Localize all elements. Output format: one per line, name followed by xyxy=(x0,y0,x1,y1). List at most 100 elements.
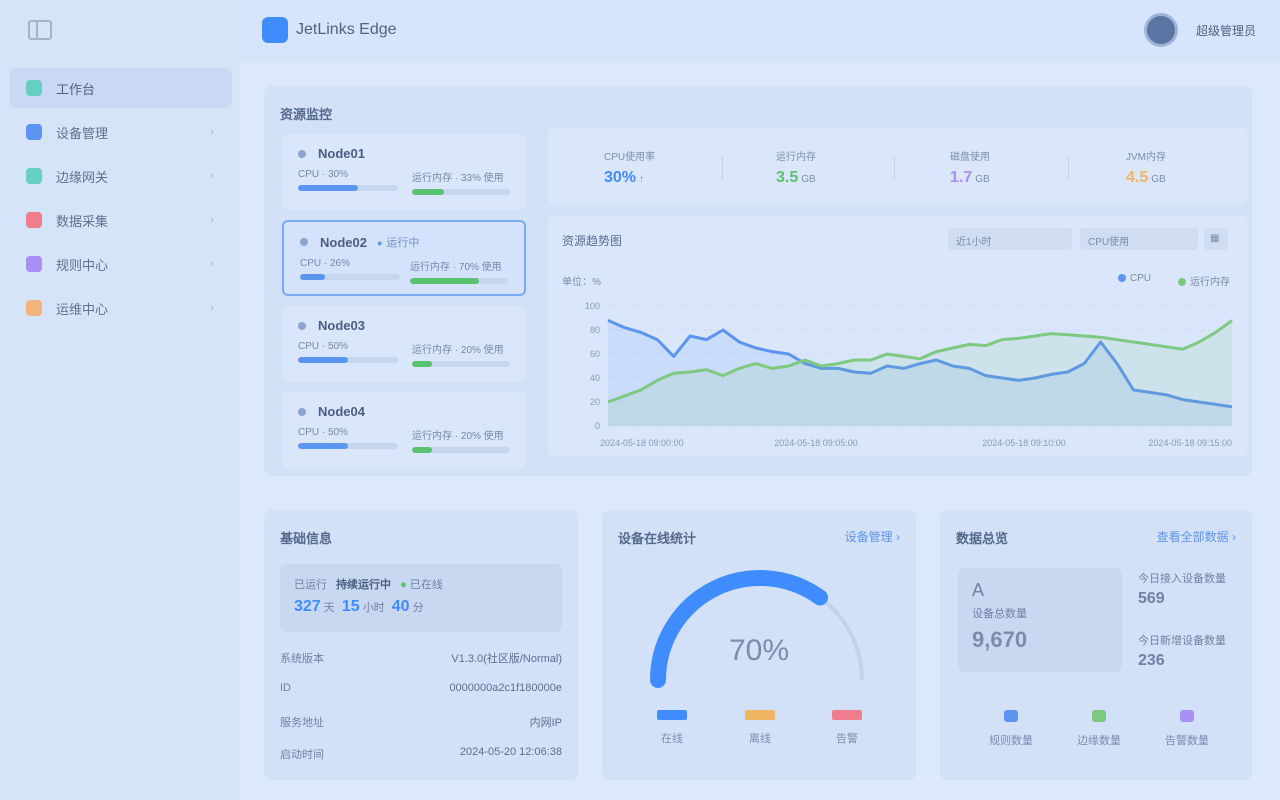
overview-item[interactable]: 边缘数量 xyxy=(1064,710,1134,748)
device-online-card: 设备在线统计 设备管理 › 70% 在线 离线 告警 xyxy=(602,510,916,780)
x-tick-label: 2024-05-18 09:10:00 xyxy=(982,438,1066,448)
data-overview-card: 数据总览 查看全部数据 › A 设备总数量 9,670 今日接入设备数量 569… xyxy=(940,510,1252,780)
chevron-right-icon: › xyxy=(210,302,214,314)
top-header: JetLinks Edge 超级管理员 xyxy=(240,0,1280,62)
sidebar-toggle-icon[interactable] xyxy=(28,20,52,40)
user-avatar[interactable] xyxy=(1144,13,1178,47)
chevron-right-icon: › xyxy=(210,214,214,226)
device-card[interactable]: Node04 CPU · 50% 运行内存 · 20% 使用 xyxy=(282,392,526,468)
device-total-label: 设备总数量 xyxy=(972,608,1027,620)
resource-trend-chart: 资源趋势图 近1小时 CPU使用 ▦ 单位：% CPU 运行内存 0 20 40 60… xyxy=(548,216,1248,456)
device-card[interactable]: Node01 CPU · 30% 运行内存 · 33% 使用 xyxy=(282,134,526,210)
sidebar-nav: 工作台设备管理 › 边缘网关 › 数据采集 › 规则中心 › 运维中心 › xyxy=(10,68,232,332)
today-access-label: 今日接入设备数量 xyxy=(1138,573,1226,585)
stat-item: CPU使用率 30% ↑ xyxy=(604,148,655,187)
memory-bar xyxy=(412,447,510,453)
sidebar-item-5[interactable]: 运维中心 › xyxy=(10,288,232,328)
memory-label: 运行内存 · 70% 使用 xyxy=(410,262,502,273)
x-tick-label: 2024-05-18 09:00:00 xyxy=(600,438,684,448)
stat-value: 4.5 GB xyxy=(1126,169,1166,186)
cpu-label: CPU · 50% xyxy=(298,341,349,352)
device-card[interactable]: Node02 运行中 CPU · 26% 运行内存 · 70% 使用 xyxy=(282,220,526,296)
today-access-value: 569 xyxy=(1138,590,1165,607)
sidebar-item-1[interactable]: 设备管理 › xyxy=(10,112,232,152)
sidebar-item-2[interactable]: 边缘网关 › xyxy=(10,156,232,196)
user-name[interactable]: 超级管理员 xyxy=(1196,22,1256,39)
info-row-start-time: 启动时间 2024-05-20 12:06:38 xyxy=(280,746,562,761)
gauge-legend-item: 离线 xyxy=(735,710,785,746)
stat-item: 磁盘使用 1.7 GB xyxy=(950,148,990,187)
today-new-label: 今日新增设备数量 xyxy=(1138,635,1226,647)
sidebar-item-icon xyxy=(26,80,42,96)
device-icon xyxy=(298,321,306,330)
cpu-bar xyxy=(298,443,398,449)
overview-item[interactable]: 告警数量 xyxy=(1152,710,1222,748)
uptime-hours: 15 xyxy=(341,598,360,615)
sidebar-item-label: 设备管理 xyxy=(56,125,109,141)
stat-value: 3.5 GB xyxy=(776,169,816,186)
gauge-legend-item: 告警 xyxy=(822,710,872,746)
uptime-panel: 已运行 持续运行中 ● 已在线 327 天 15 小时 40 分 xyxy=(280,564,562,632)
stat-item: JVM内存 4.5 GB xyxy=(1126,148,1166,187)
device-icon xyxy=(298,407,306,416)
sidebar-item-4[interactable]: 规则中心 › xyxy=(10,244,232,284)
legend-swatch xyxy=(745,710,775,720)
cpu-bar xyxy=(300,274,400,280)
x-tick-label: 2024-05-18 09:05:00 xyxy=(774,438,858,448)
sidebar-item-label: 数据采集 xyxy=(56,213,109,229)
memory-bar xyxy=(412,361,510,367)
stat-divider xyxy=(1068,156,1069,180)
overview-item[interactable]: 规则数量 xyxy=(976,710,1046,748)
sidebar-item-icon xyxy=(26,124,42,140)
y-tick-label: 20 xyxy=(590,397,600,407)
online-gauge xyxy=(650,570,864,688)
cpu-bar xyxy=(298,185,398,191)
overview-item-icon xyxy=(1092,710,1106,722)
sidebar-item-0[interactable]: 工作台 xyxy=(10,68,232,108)
chevron-right-icon: › xyxy=(210,258,214,270)
chevron-right-icon: › xyxy=(210,126,214,138)
gauge-value: 70% xyxy=(728,634,790,667)
stat-label: 运行内存 xyxy=(776,152,816,163)
legend-label: 告警 xyxy=(836,733,858,745)
memory-label: 运行内存 · 20% 使用 xyxy=(412,345,504,356)
device-name: Node03 xyxy=(318,318,365,333)
chevron-right-icon: › xyxy=(210,170,214,182)
sidebar-item-icon xyxy=(26,212,42,228)
y-tick-label: 80 xyxy=(590,325,600,335)
sidebar-item-icon xyxy=(26,300,42,316)
gauge-legend-item: 在线 xyxy=(647,710,697,746)
sidebar-item-3[interactable]: 数据采集 › xyxy=(10,200,232,240)
line-chart-plot: 0 20 40 60 80 100 2024-05-18 09:00:00 2024-05-1… xyxy=(585,301,1233,448)
device-icon xyxy=(298,149,306,158)
overview-item-icon xyxy=(1180,710,1194,722)
x-tick-label: 2024-05-18 09:15:00 xyxy=(1148,438,1232,448)
basic-info-title: 基础信息 xyxy=(280,531,333,546)
device-status-tag: 运行中 xyxy=(377,234,419,250)
device-management-link[interactable]: 设备管理 › xyxy=(845,528,900,545)
legend-label: 在线 xyxy=(661,733,683,745)
y-tick-label: 0 xyxy=(595,421,600,431)
cpu-bar xyxy=(298,357,398,363)
info-row-version: 系统版本 V1.3.0(社区版/Normal) xyxy=(280,653,562,665)
sidebar-item-label: 边缘网关 xyxy=(56,169,109,185)
stat-value: 1.7 GB xyxy=(950,169,990,186)
series-area-1 xyxy=(608,320,1232,426)
app-logo-icon xyxy=(262,17,288,43)
uptime-minutes: 40 xyxy=(391,598,410,615)
resource-monitor-card: 资源监控 Node01 CPU · 30% 运行内存 · 33% 使用 Node02 运… xyxy=(264,86,1252,476)
cpu-label: CPU · 50% xyxy=(298,427,349,438)
status-badge: ● 已在线 xyxy=(400,579,443,591)
sidebar-item-label: 规则中心 xyxy=(56,257,109,273)
sidebar-item-label: 工作台 xyxy=(56,81,96,97)
uptime-days: 327 xyxy=(294,598,321,615)
memory-label: 运行内存 · 33% 使用 xyxy=(412,173,504,184)
sidebar-item-label: 运维中心 xyxy=(56,301,109,317)
basic-info-card: 基础信息 已运行 持续运行中 ● 已在线 327 天 15 小时 40 分 系统… xyxy=(264,510,578,780)
stat-item: 运行内存 3.5 GB xyxy=(776,148,816,187)
sidebar: 工作台设备管理 › 边缘网关 › 数据采集 › 规则中心 › 运维中心 › xyxy=(0,0,240,800)
uptime-highlight: 持续运行中 xyxy=(336,579,392,591)
device-card[interactable]: Node03 CPU · 50% 运行内存 · 20% 使用 xyxy=(282,306,526,382)
overview-item-label: 规则数量 xyxy=(989,735,1033,747)
view-all-link[interactable]: 查看全部数据 › xyxy=(1157,528,1236,545)
